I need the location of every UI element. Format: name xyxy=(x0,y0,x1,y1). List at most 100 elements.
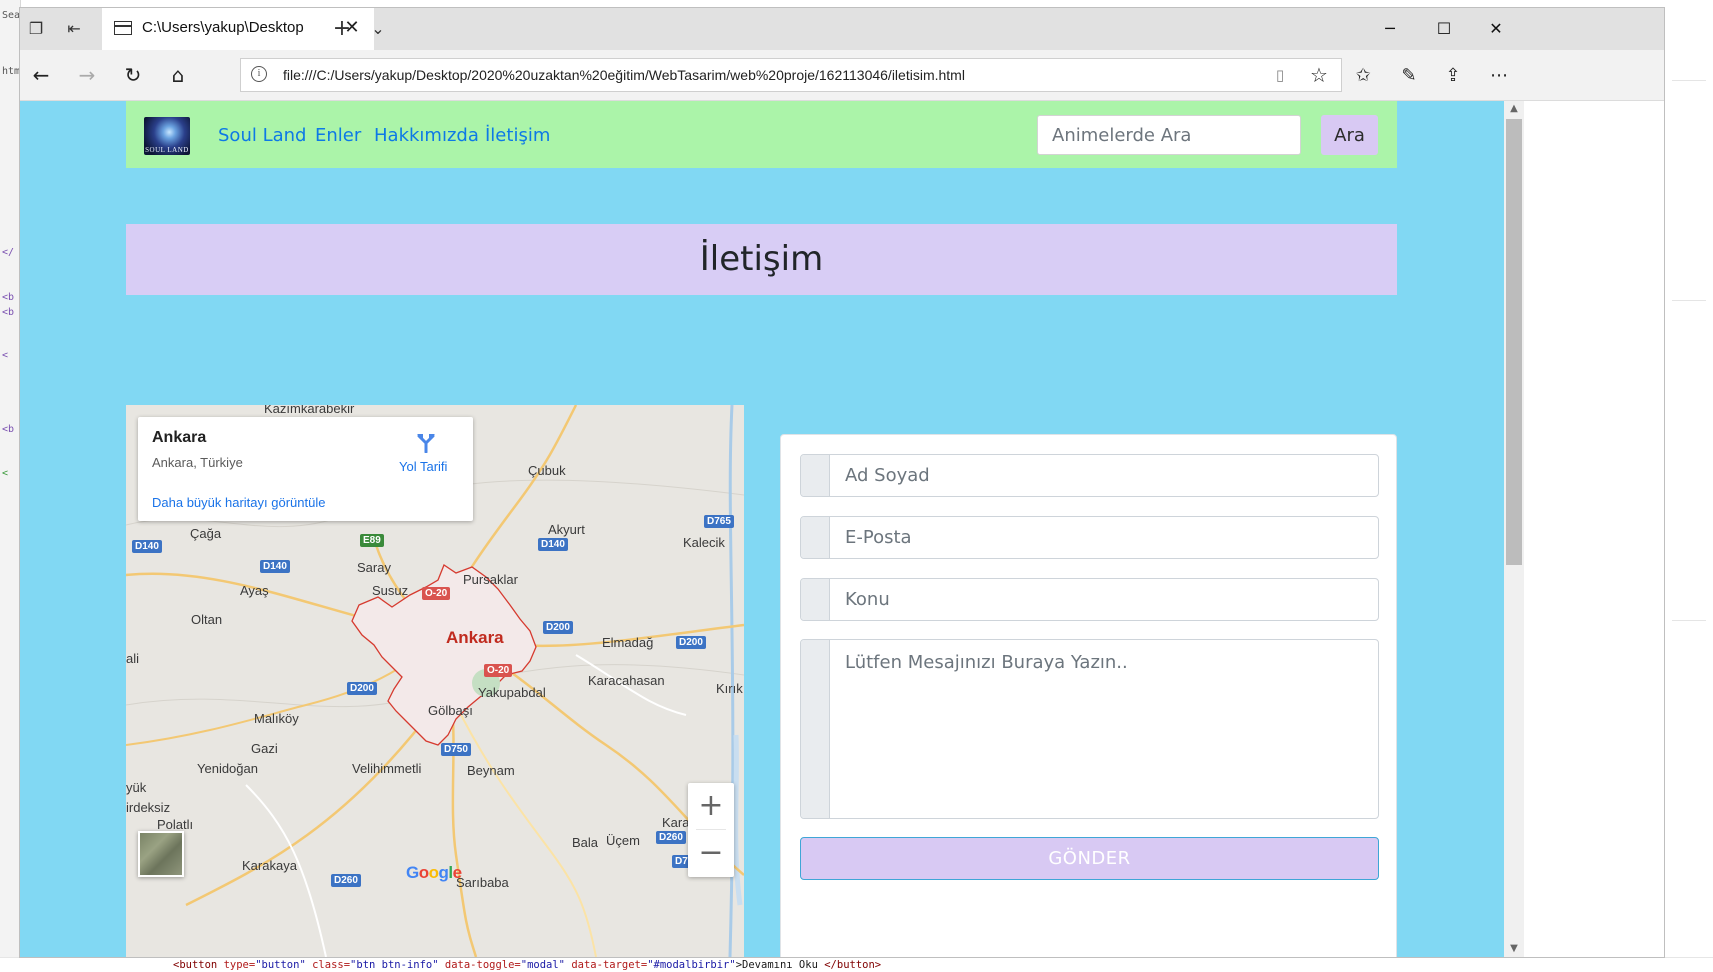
favorite-star-icon[interactable]: ☆ xyxy=(1307,63,1331,87)
map-city-label: Ankara xyxy=(446,628,504,647)
input-addon xyxy=(801,640,830,818)
scroll-up-arrow-icon[interactable]: ▲ xyxy=(1504,101,1524,117)
google-logo: Google xyxy=(406,863,462,882)
divider xyxy=(1672,620,1706,621)
subject-input[interactable] xyxy=(830,579,1378,620)
map-label: Oltan xyxy=(191,612,223,627)
page-title: İletişim xyxy=(699,239,824,279)
map-label: irdeksiz xyxy=(126,800,171,815)
page-viewport: SOUL LAND Soul Land Enler Hakkımızda İle… xyxy=(20,101,1504,957)
web-note-icon[interactable]: ✎ xyxy=(1394,62,1424,90)
background-editor-code-line: <button type="button" class="btn btn-inf… xyxy=(0,957,1713,972)
map-label: Bala xyxy=(572,835,599,850)
editor-fragment: < xyxy=(2,468,9,479)
zoom-in-button[interactable]: + xyxy=(688,783,734,829)
minimize-button[interactable]: ─ xyxy=(1370,16,1410,42)
page-scrollbar[interactable]: ▲ ▼ xyxy=(1504,101,1524,957)
nav-link-iletisim[interactable]: İletişim xyxy=(485,125,550,146)
reading-view-icon[interactable]: ▯ xyxy=(1271,66,1289,84)
email-field xyxy=(800,516,1379,559)
tab-preview-icon[interactable]: ⇤ xyxy=(62,18,86,40)
close-window-button[interactable]: ✕ xyxy=(1476,16,1516,42)
logo-text: SOUL LAND xyxy=(145,146,189,154)
road-shield: D200 xyxy=(543,621,573,634)
map-label: Kazımkarabekir xyxy=(264,405,355,416)
contact-form-card: GÖNDER xyxy=(780,434,1397,957)
map-label: Yenidoğan xyxy=(197,761,258,776)
address-bar[interactable]: i file:///C:/Users/yakup/Desktop/2020%20… xyxy=(240,58,1342,92)
directions-link[interactable]: Yol Tarifi xyxy=(399,459,447,474)
share-icon[interactable]: ⇪ xyxy=(1438,62,1468,90)
forward-arrow-icon[interactable]: → xyxy=(70,60,104,90)
editor-fragment: htm xyxy=(2,66,21,77)
tab-set-aside-icon[interactable]: ❐ xyxy=(24,18,48,40)
input-addon xyxy=(801,455,830,496)
map-label: ali xyxy=(126,651,140,666)
road-shield: D140 xyxy=(132,540,162,553)
tab-list-chevron-icon[interactable]: ⌄ xyxy=(366,18,390,40)
map-label: Elmadağ xyxy=(602,635,654,650)
new-tab-button[interactable]: + xyxy=(330,18,354,40)
road-shield: D140 xyxy=(260,560,290,573)
refresh-icon[interactable]: ↻ xyxy=(116,60,150,90)
back-arrow-icon[interactable]: ← xyxy=(24,60,58,90)
larger-map-link[interactable]: Daha büyük haritayı görüntüle xyxy=(152,495,325,510)
page-heading-band: İletişim xyxy=(126,224,1397,295)
satellite-view-toggle[interactable] xyxy=(138,831,184,877)
favorites-icon[interactable]: ✩ xyxy=(1348,62,1378,90)
directions-icon[interactable] xyxy=(415,431,437,453)
tab-bar: ❐ ⇤ C:\Users\yakup\Desktop ✕ + ⌄ ─ ☐ ✕ xyxy=(20,8,1664,50)
site-navbar: SOUL LAND Soul Land Enler Hakkımızda İle… xyxy=(126,101,1397,168)
editor-fragment: </ xyxy=(2,247,15,258)
editor-fragment: <b xyxy=(2,424,15,435)
map-label: Çubuk xyxy=(528,463,566,478)
scroll-down-arrow-icon[interactable]: ▼ xyxy=(1504,941,1524,957)
map-place-card: Ankara Ankara, Türkiye Daha büyük harita… xyxy=(138,417,473,521)
editor-fragment: <b xyxy=(2,292,15,303)
zoom-out-button[interactable]: − xyxy=(688,830,734,876)
name-input[interactable] xyxy=(830,455,1378,496)
email-input[interactable] xyxy=(830,517,1378,558)
address-bar-row: ← → ↻ ⌂ i file:///C:/Users/yakup/Desktop… xyxy=(20,50,1664,101)
background-editor-right-strip xyxy=(1664,0,1713,971)
map-embed[interactable]: Kazımkarabekir Çubuk Akyurt Kalecik Çağa… xyxy=(126,405,744,957)
site-logo[interactable]: SOUL LAND xyxy=(144,117,190,155)
page-icon xyxy=(114,21,132,35)
road-shield: E89 xyxy=(360,534,384,547)
road-shield: D200 xyxy=(347,682,377,695)
map-label: Ayaş xyxy=(240,583,269,598)
map-label: Kalecik xyxy=(683,535,725,550)
map-label: Yakupabdal xyxy=(478,685,546,700)
nav-link-hakkimizda[interactable]: Hakkımızda xyxy=(374,125,479,146)
map-label: Karakaya xyxy=(242,858,297,873)
map-label: Velihimmetli xyxy=(352,761,422,776)
subject-field xyxy=(800,578,1379,621)
tab-title: C:\Users\yakup\Desktop xyxy=(142,19,304,36)
map-label: Susuz xyxy=(372,583,409,598)
submit-button[interactable]: GÖNDER xyxy=(800,837,1379,880)
map-label: Gölbaşı xyxy=(428,703,473,718)
input-addon xyxy=(801,517,830,558)
map-label: yük xyxy=(126,780,147,795)
search-input[interactable] xyxy=(1037,115,1301,155)
nav-link-soul-land[interactable]: Soul Land xyxy=(218,125,306,146)
browser-window: ❐ ⇤ C:\Users\yakup\Desktop ✕ + ⌄ ─ ☐ ✕ ←… xyxy=(20,8,1664,957)
url-text[interactable]: file:///C:/Users/yakup/Desktop/2020%20uz… xyxy=(283,67,965,83)
info-icon[interactable]: i xyxy=(251,66,267,82)
map-label: Polatlı xyxy=(157,817,194,832)
road-shield: D140 xyxy=(538,538,568,551)
map-label: Kırık xyxy=(716,681,743,696)
home-icon[interactable]: ⌂ xyxy=(161,60,195,90)
more-menu-icon[interactable]: ⋯ xyxy=(1484,62,1514,90)
divider xyxy=(1672,300,1706,301)
search-button[interactable]: Ara xyxy=(1321,115,1378,155)
map-label: Gazi xyxy=(251,741,278,756)
message-textarea[interactable] xyxy=(830,640,1378,818)
maximize-button[interactable]: ☐ xyxy=(1424,16,1464,42)
nav-link-enler[interactable]: Enler xyxy=(315,125,361,146)
place-subtitle: Ankara, Türkiye xyxy=(152,455,243,470)
map-label: Üçem xyxy=(606,833,640,848)
map-label: Pursaklar xyxy=(463,572,518,587)
scrollbar-thumb[interactable] xyxy=(1506,119,1522,565)
map-label: Akyurt xyxy=(548,522,585,537)
